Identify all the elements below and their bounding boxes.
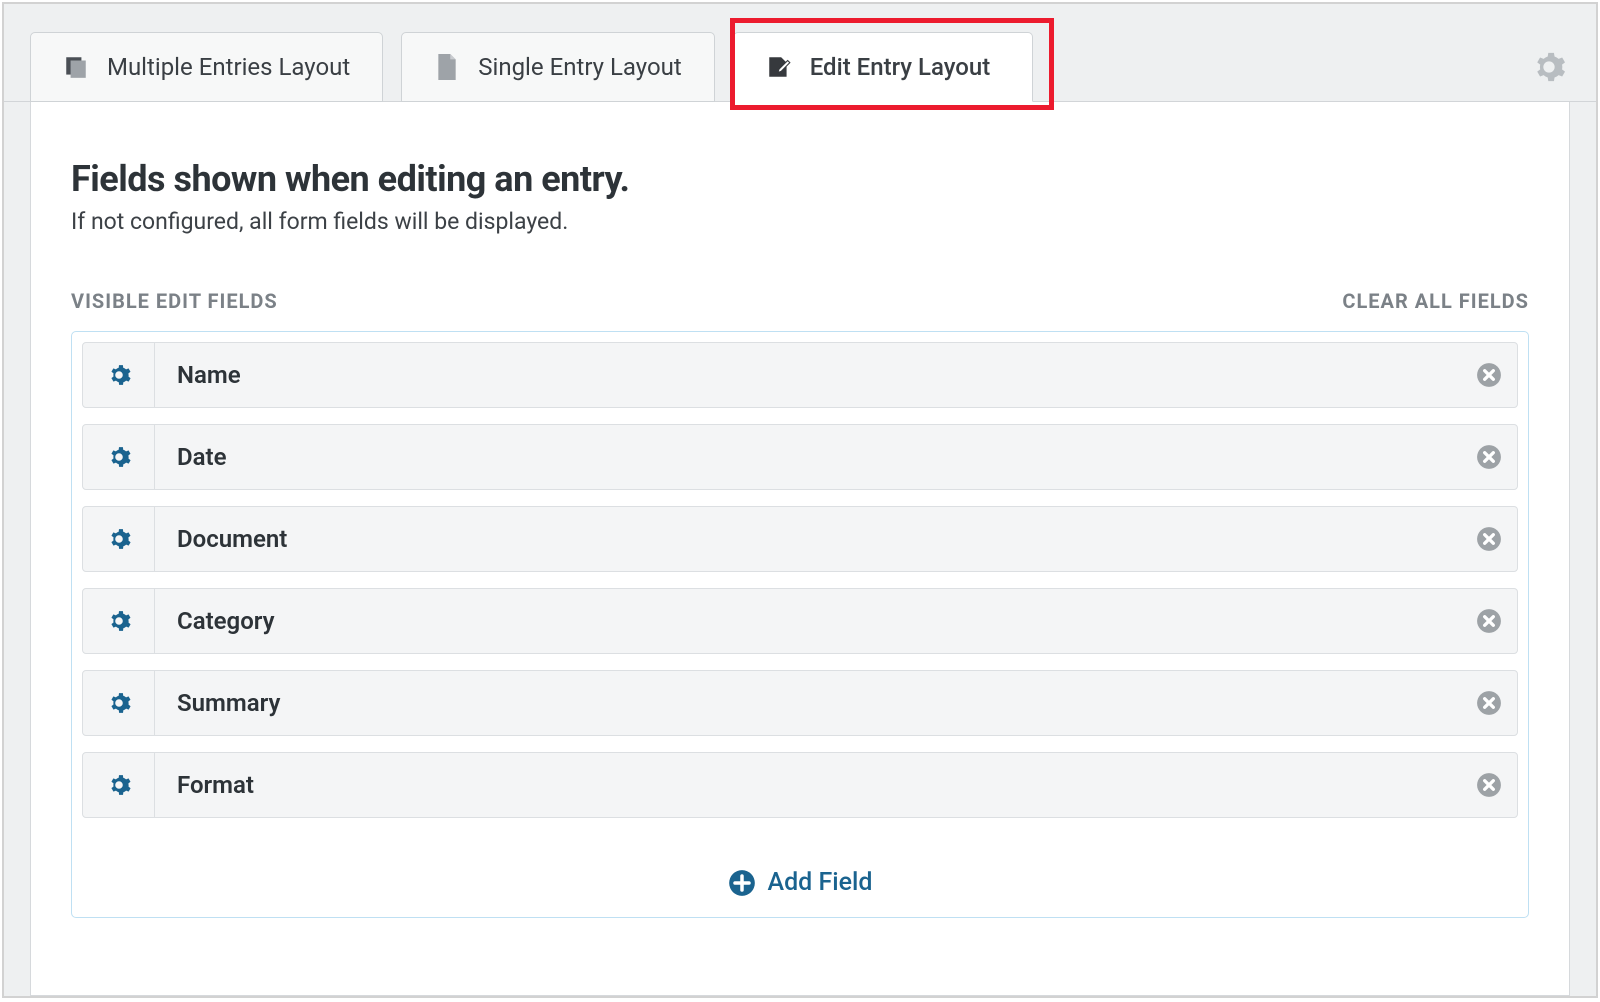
field-remove-button[interactable] [1461,444,1517,470]
stack-icon [63,54,89,80]
add-field-label: Add Field [768,868,873,897]
visible-fields-label: VISIBLE EDIT FIELDS [71,289,278,313]
tab-bar: Multiple Entries Layout Single Entry Lay… [4,4,1596,102]
page-subtitle: If not configured, all form fields will … [71,208,1529,235]
field-label: Format [155,771,1461,799]
tab-label: Edit Entry Layout [810,53,991,81]
edit-icon [766,54,792,80]
field-row[interactable]: Date [82,424,1518,490]
field-row[interactable]: Format [82,752,1518,818]
tab-single-entry[interactable]: Single Entry Layout [401,32,714,102]
field-row[interactable]: Category [82,588,1518,654]
field-label: Name [155,361,1461,389]
field-settings-button[interactable] [83,507,155,571]
field-remove-button[interactable] [1461,608,1517,634]
field-remove-button[interactable] [1461,690,1517,716]
window-frame: Multiple Entries Layout Single Entry Lay… [2,2,1598,998]
field-label: Category [155,607,1461,635]
field-row[interactable]: Name [82,342,1518,408]
clear-all-fields-button[interactable]: CLEAR ALL FIELDS [1342,289,1529,313]
content-panel: Fields shown when editing an entry. If n… [30,102,1570,996]
plus-circle-icon [728,869,756,897]
add-field-button[interactable]: Add Field [82,834,1518,897]
field-label: Document [155,525,1461,553]
tab-multiple-entries[interactable]: Multiple Entries Layout [30,32,383,102]
field-remove-button[interactable] [1461,362,1517,388]
page-icon [434,54,460,80]
page-title: Fields shown when editing an entry. [71,158,1529,200]
field-settings-button[interactable] [83,589,155,653]
field-settings-button[interactable] [83,753,155,817]
field-row[interactable]: Document [82,506,1518,572]
tab-edit-entry[interactable]: Edit Entry Layout [733,32,1033,102]
fields-container: Name Date Document [71,331,1529,918]
field-label: Date [155,443,1461,471]
section-header: VISIBLE EDIT FIELDS CLEAR ALL FIELDS [71,289,1529,313]
tab-label: Single Entry Layout [478,53,681,81]
field-settings-button[interactable] [83,671,155,735]
settings-gear-icon[interactable] [1532,50,1566,84]
field-remove-button[interactable] [1461,526,1517,552]
field-settings-button[interactable] [83,425,155,489]
tab-label: Multiple Entries Layout [107,53,350,81]
field-label: Summary [155,689,1461,717]
field-row[interactable]: Summary [82,670,1518,736]
field-settings-button[interactable] [83,343,155,407]
field-remove-button[interactable] [1461,772,1517,798]
